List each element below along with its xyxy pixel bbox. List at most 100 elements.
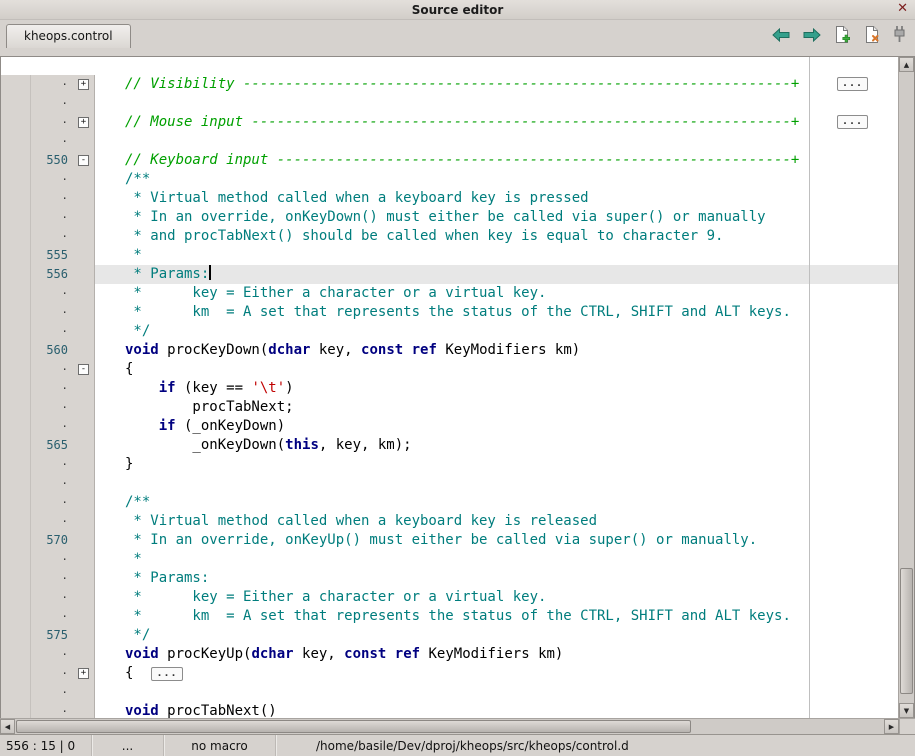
- go-forward-icon[interactable]: [803, 28, 821, 42]
- detach-editor-icon[interactable]: [894, 26, 905, 43]
- code-line[interactable]: *: [95, 550, 898, 569]
- close-document-icon[interactable]: [864, 26, 881, 43]
- code-token: // Keyboard input ----------------------…: [125, 152, 799, 168]
- go-back-icon[interactable]: [772, 28, 790, 42]
- fold-column: [73, 246, 95, 265]
- code-token: * Virtual method called when a keyboard …: [125, 513, 597, 529]
- fold-toggle-icon[interactable]: -: [73, 151, 95, 170]
- code-line[interactable]: [95, 683, 898, 702]
- vertical-scrollbar[interactable]: ▲ ▼: [898, 57, 914, 718]
- code-token: procKeyDown(: [159, 342, 269, 358]
- fold-column: [73, 417, 95, 436]
- code-line[interactable]: * km = A set that represents the status …: [95, 303, 898, 322]
- code-line[interactable]: void procKeyDown(dchar key, const ref Ke…: [95, 341, 898, 360]
- fold-column: [73, 170, 95, 189]
- editor-row: · procTabNext;: [1, 398, 898, 417]
- code-token: , key, km);: [319, 437, 412, 453]
- code-line[interactable]: * Virtual method called when a keyboard …: [95, 189, 898, 208]
- line-number: 560: [1, 341, 73, 360]
- code-line[interactable]: [95, 474, 898, 493]
- fold-column: [73, 702, 95, 718]
- fold-column: [73, 227, 95, 246]
- close-icon[interactable]: ✕: [897, 1, 908, 16]
- editor-shell: ·+// Visibility ------------------------…: [0, 56, 915, 718]
- editor-row: ·+// Mouse input -----------------------…: [1, 113, 898, 132]
- line-number: ·: [1, 303, 73, 322]
- code-line[interactable]: [95, 94, 898, 113]
- code-line[interactable]: * key = Either a character or a virtual …: [95, 588, 898, 607]
- code-line[interactable]: {...: [95, 664, 898, 683]
- code-line[interactable]: _onKeyDown(this, key, km);: [95, 436, 898, 455]
- editor-row: ·: [1, 683, 898, 702]
- fold-column: [73, 607, 95, 626]
- code-line[interactable]: [95, 132, 898, 151]
- editor-row: 565 _onKeyDown(this, key, km);: [1, 436, 898, 455]
- fold-ellipsis[interactable]: ...: [837, 115, 868, 129]
- code-line[interactable]: {: [95, 360, 898, 379]
- line-number: ·: [1, 493, 73, 512]
- editor-row: ·: [1, 474, 898, 493]
- fold-toggle-icon[interactable]: +: [73, 664, 95, 683]
- horizontal-scrollbar-thumb[interactable]: [16, 720, 691, 733]
- scroll-left-icon[interactable]: ◀: [0, 719, 15, 734]
- code-token: _onKeyDown(: [125, 437, 285, 453]
- code-line[interactable]: void procKeyUp(dchar key, const ref KeyM…: [95, 645, 898, 664]
- scroll-right-icon[interactable]: ▶: [884, 719, 899, 734]
- window-title: Source editor: [412, 3, 504, 17]
- fold-column: [73, 94, 95, 113]
- code-line[interactable]: */: [95, 626, 898, 645]
- code-token: (key ==: [176, 380, 252, 396]
- code-line[interactable]: /**: [95, 170, 898, 189]
- status-bar: 556 : 15 | 0 ... no macro /home/basile/D…: [0, 734, 915, 756]
- code-editor[interactable]: ·+// Visibility ------------------------…: [1, 57, 898, 718]
- fold-column: [73, 265, 95, 284]
- code-line[interactable]: * In an override, onKeyUp() must either …: [95, 531, 898, 550]
- code-line[interactable]: * key = Either a character or a virtual …: [95, 284, 898, 303]
- code-token: key,: [294, 646, 345, 662]
- code-line[interactable]: }: [95, 455, 898, 474]
- fold-ellipsis[interactable]: ...: [151, 667, 182, 681]
- code-token: * and procTabNext() should be called whe…: [125, 228, 723, 244]
- horizontal-scrollbar[interactable]: ◀ ▶: [0, 718, 899, 734]
- code-token: (_onKeyDown): [176, 418, 286, 434]
- code-line[interactable]: procTabNext;: [95, 398, 898, 417]
- code-line[interactable]: * In an override, onKeyDown() must eithe…: [95, 208, 898, 227]
- fold-ellipsis[interactable]: ...: [837, 77, 868, 91]
- fold-toggle-icon[interactable]: -: [73, 360, 95, 379]
- code-line[interactable]: * and procTabNext() should be called whe…: [95, 227, 898, 246]
- code-token: key,: [310, 342, 361, 358]
- editor-row: · */: [1, 322, 898, 341]
- code-line[interactable]: *: [95, 246, 898, 265]
- code-line[interactable]: // Mouse input -------------------------…: [95, 113, 898, 132]
- fold-column: [73, 379, 95, 398]
- code-line[interactable]: if (_onKeyDown): [95, 417, 898, 436]
- code-line[interactable]: if (key == '\t'): [95, 379, 898, 398]
- code-line[interactable]: // Keyboard input ----------------------…: [95, 151, 898, 170]
- line-number: ·: [1, 455, 73, 474]
- line-number: ·: [1, 208, 73, 227]
- scroll-up-icon[interactable]: ▲: [899, 57, 914, 72]
- code-token: * In an override, onKeyDown() must eithe…: [125, 209, 766, 225]
- code-line[interactable]: /**: [95, 493, 898, 512]
- code-line[interactable]: void procTabNext(): [95, 702, 898, 718]
- code-line[interactable]: * Params:: [95, 265, 898, 284]
- line-number: 550: [1, 151, 73, 170]
- code-token: '\t': [251, 380, 285, 396]
- code-line[interactable]: * km = A set that represents the status …: [95, 607, 898, 626]
- fold-toggle-icon[interactable]: +: [73, 75, 95, 94]
- titlebar[interactable]: Source editor ✕: [0, 0, 915, 20]
- code-line[interactable]: */: [95, 322, 898, 341]
- scroll-down-icon[interactable]: ▼: [899, 703, 914, 718]
- code-line[interactable]: * Params:: [95, 569, 898, 588]
- tab-kheops-control[interactable]: kheops.control: [6, 24, 131, 48]
- vertical-scrollbar-thumb[interactable]: [900, 568, 913, 694]
- code-line[interactable]: * Virtual method called when a keyboard …: [95, 512, 898, 531]
- code-token: KeyModifiers km): [437, 342, 580, 358]
- scrollbar-corner: [899, 718, 915, 734]
- add-document-icon[interactable]: [834, 26, 851, 43]
- horizontal-scrollbar-row: ◀ ▶: [0, 718, 915, 734]
- editor-row: 560 void procKeyDown(dchar key, const ref…: [1, 341, 898, 360]
- code-line[interactable]: // Visibility --------------------------…: [95, 75, 898, 94]
- fold-toggle-icon[interactable]: +: [73, 113, 95, 132]
- line-number: ·: [1, 75, 73, 94]
